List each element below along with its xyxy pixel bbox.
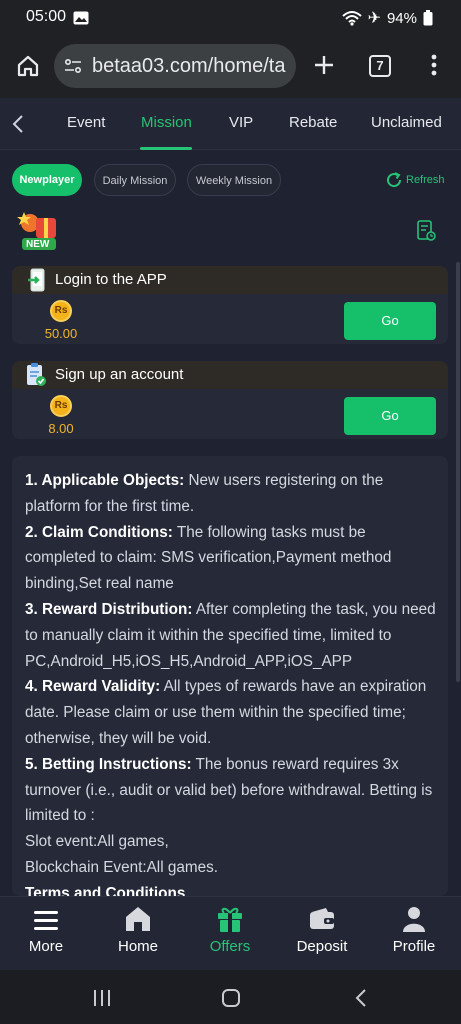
refresh-icon [387, 172, 402, 188]
battery-icon [423, 10, 433, 26]
tab-unclaimed[interactable]: Unclaimed [371, 114, 442, 131]
new-badge-label: NEW [26, 239, 50, 250]
task-header: Login to the APP [12, 266, 448, 294]
status-bar: 05:00 ✈ 94% [0, 0, 461, 36]
record-history-icon[interactable] [416, 220, 436, 242]
airplane-icon: ✈ [367, 10, 381, 27]
nav-deposit[interactable]: Deposit [276, 897, 368, 971]
task-header: Sign up an account [12, 361, 448, 389]
system-nav-bar [0, 970, 461, 1024]
url-text: betaa03.com/home/ta [92, 54, 286, 77]
task-title: Login to the APP [55, 271, 167, 288]
tab-event[interactable]: Event [67, 114, 105, 131]
wifi-icon [341, 11, 362, 26]
tab-vip[interactable]: VIP [229, 114, 253, 131]
clipboard-check-icon [27, 363, 46, 386]
back-icon[interactable] [354, 988, 368, 1008]
home-button-icon[interactable] [221, 988, 241, 1008]
new-tab-icon[interactable] [313, 54, 335, 76]
address-bar[interactable]: betaa03.com/home/ta [54, 44, 296, 88]
site-settings-icon[interactable] [64, 57, 82, 75]
gift-icon [218, 907, 242, 932]
status-time: 05:00 [26, 8, 67, 25]
refresh-label: Refresh [406, 174, 445, 186]
gallery-notification-icon [73, 11, 89, 25]
wallet-icon [310, 908, 334, 929]
rule-line: Slot event:All games, [25, 833, 169, 851]
nav-label: Deposit [296, 938, 348, 955]
nav-more[interactable]: More [0, 897, 92, 971]
browser-menu-icon[interactable] [424, 52, 444, 78]
rule-item: 2. Claim Conditions: The following tasks… [25, 523, 392, 593]
rule-item: 5. Betting Instructions: The bonus rewar… [25, 755, 433, 825]
nav-profile[interactable]: Profile [368, 897, 460, 971]
task-title: Sign up an account [55, 366, 184, 383]
tab-switcher-button[interactable]: 7 [369, 55, 391, 77]
browser-home-icon[interactable] [16, 54, 40, 78]
task-reward-amount: 50.00 [44, 326, 78, 341]
task-card-signup: Sign up an account Rs 8.00 Go [12, 361, 448, 439]
rules-panel: 1. Applicable Objects: New users registe… [12, 456, 448, 896]
terms-heading: Terms and Conditions [25, 884, 186, 896]
scrollbar[interactable] [456, 262, 460, 682]
chip-newplayer[interactable]: Newplayer [12, 164, 82, 196]
profile-icon [403, 907, 425, 932]
promo-tabs: Event Mission VIP Rebate Unclaimed [0, 98, 461, 150]
nav-offers[interactable]: Offers [184, 897, 276, 971]
tab-mission[interactable]: Mission [141, 114, 192, 131]
rule-item: 1. Applicable Objects: New users registe… [25, 472, 384, 515]
home-icon [126, 907, 150, 931]
back-chevron-icon[interactable] [11, 114, 25, 134]
rupee-coin-icon: Rs [50, 300, 72, 322]
new-player-badge: NEW [16, 208, 64, 254]
browser-toolbar: betaa03.com/home/ta 7 [0, 36, 461, 98]
nav-home[interactable]: Home [92, 897, 184, 971]
rule-item: 3. Reward Distribution: After completing… [25, 600, 436, 670]
recent-apps-icon[interactable] [92, 989, 112, 1007]
rule-item: 4. Reward Validity: All types of rewards… [25, 678, 427, 747]
app-login-icon [28, 268, 45, 292]
task-card-login: Login to the APP Rs 50.00 Go [12, 266, 448, 344]
refresh-button[interactable]: Refresh [385, 171, 445, 189]
chip-daily-mission[interactable]: Daily Mission [94, 164, 176, 196]
task-reward-amount: 8.00 [48, 421, 74, 436]
menu-icon [34, 911, 58, 930]
active-tab-indicator [140, 147, 192, 150]
tab-rebate[interactable]: Rebate [289, 114, 337, 131]
bottom-nav: More Home Offers Deposit Profile [0, 896, 461, 970]
battery-level: 94% [386, 9, 417, 27]
nav-label: Profile [392, 938, 436, 955]
go-button[interactable]: Go [344, 302, 436, 340]
rupee-coin-icon: Rs [50, 395, 72, 417]
nav-label: Home [117, 938, 158, 955]
nav-label: Offers [209, 938, 251, 955]
rule-line: Blockchain Event:All games. [25, 858, 219, 876]
nav-label: More [28, 938, 64, 955]
chip-weekly-mission[interactable]: Weekly Mission [187, 164, 281, 196]
go-button[interactable]: Go [344, 397, 436, 435]
